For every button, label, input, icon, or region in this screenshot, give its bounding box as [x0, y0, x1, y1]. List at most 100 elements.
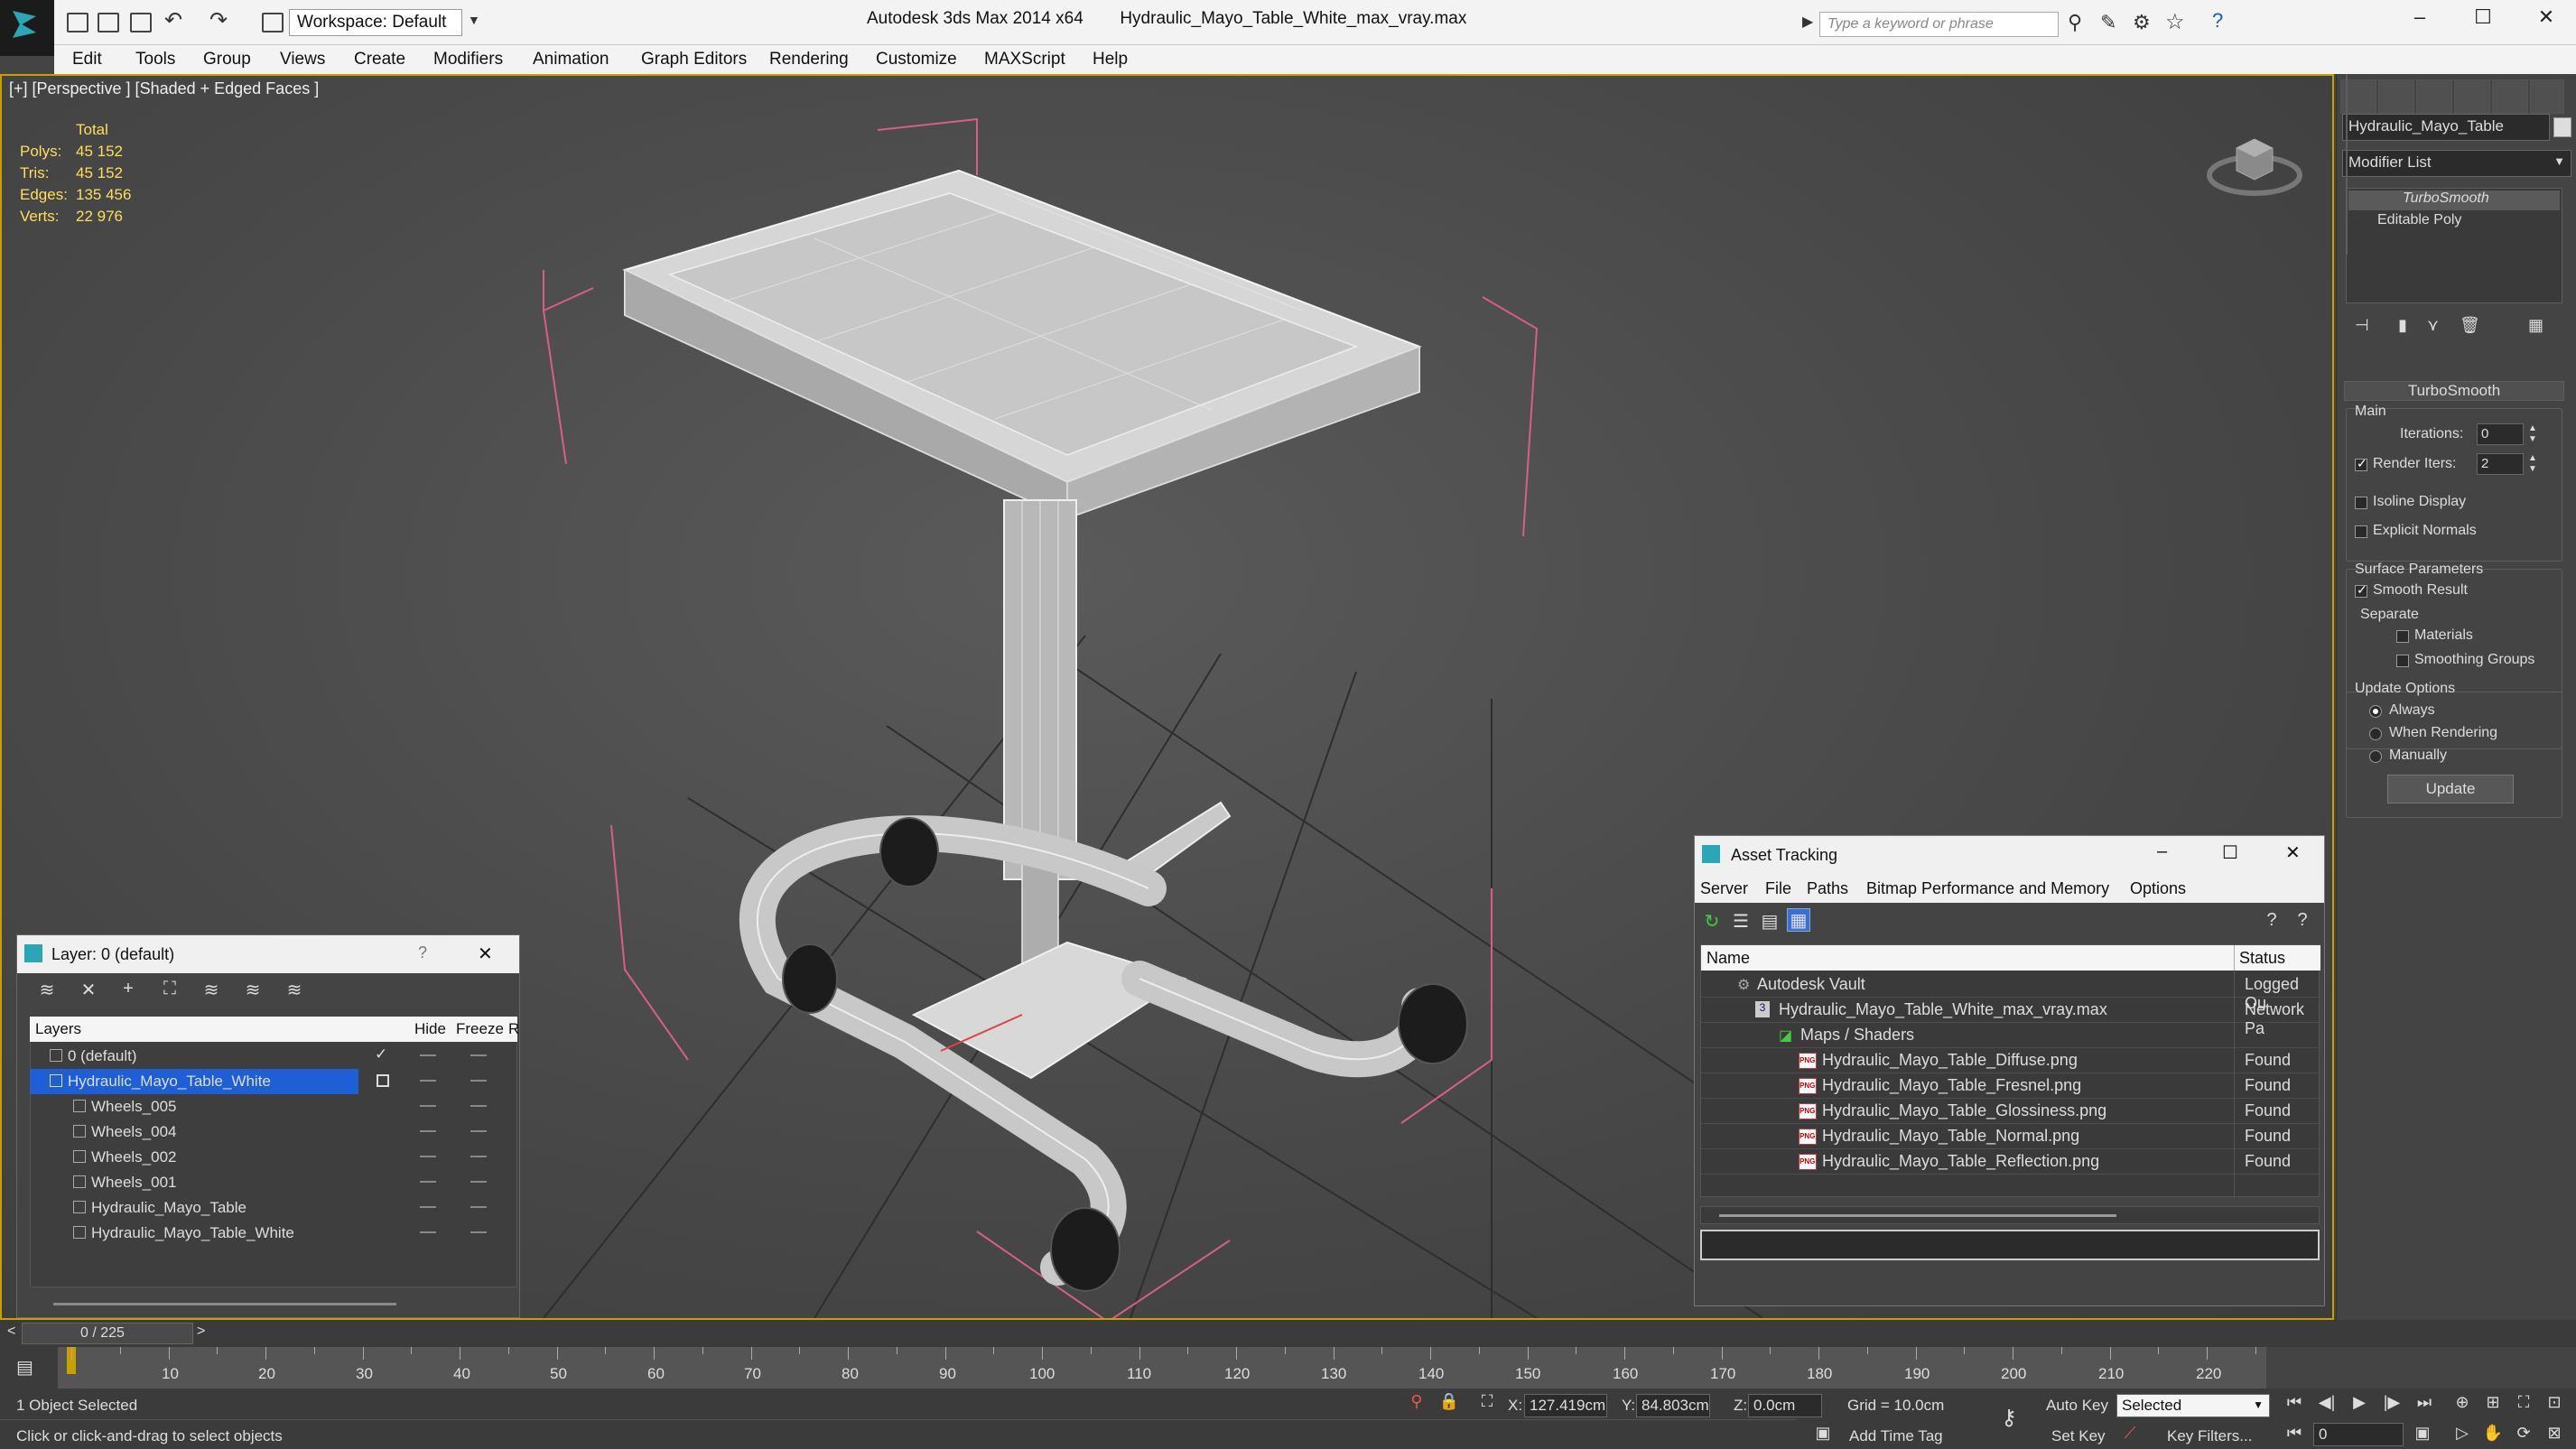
asset-path-field[interactable]	[1700, 1230, 2320, 1260]
asset-row[interactable]: Hydraulic_Mayo_Table_Fresnel.png Found	[1701, 1073, 2320, 1099]
object-color-swatch[interactable]	[2553, 117, 2571, 137]
refresh-icon[interactable]: ↻	[1700, 910, 1724, 933]
menu-edit[interactable]: Edit	[72, 50, 102, 70]
asset-row[interactable]: ⚙ Autodesk Vault Logged Ou	[1701, 972, 2320, 1012]
y-coord-field[interactable]: 84.803cm	[1636, 1394, 1710, 1417]
layer-close-icon[interactable]: ✕	[478, 943, 493, 965]
layer-object-row[interactable]: Wheels_005	[30, 1094, 508, 1119]
maximize-button[interactable]: ☐	[2465, 5, 2501, 38]
layer-create-icon[interactable]: ≋	[35, 979, 59, 1002]
zoom-extents-icon[interactable]: ⛶	[2512, 1393, 2535, 1415]
selection-set-dropdown[interactable]: Selected ▼	[2116, 1394, 2270, 1417]
hide-toggle[interactable]	[420, 1054, 436, 1056]
asset-row[interactable]: Hydraulic_Mayo_Table_Reflection.png Foun…	[1701, 1149, 2320, 1175]
layer-object-row[interactable]: Wheels_002	[30, 1145, 508, 1170]
add-time-tag[interactable]: Add Time Tag	[1849, 1427, 1943, 1445]
go-to-end-icon[interactable]: ⏭	[2413, 1393, 2436, 1415]
set-key-icon[interactable]: ⟋	[2118, 1424, 2142, 1445]
asset-menu-bitmap[interactable]: Bitmap Performance and Memory	[1866, 879, 2109, 898]
selection-lock-icon[interactable]: 🔒	[1437, 1392, 1461, 1414]
favorites-star-icon[interactable]: ☆	[2165, 9, 2185, 35]
close-button[interactable]: ✕	[2528, 5, 2564, 38]
asset-help-icon[interactable]: ?	[2260, 910, 2283, 933]
turbosmooth-rollout-header[interactable]: TurboSmooth	[2344, 381, 2564, 401]
menu-rendering[interactable]: Rendering	[769, 50, 849, 70]
hide-toggle[interactable]	[420, 1156, 436, 1157]
iterations-spinner[interactable]: 0	[2477, 423, 2524, 445]
smoothing-groups-checkbox[interactable]	[2396, 655, 2409, 667]
pan-view-icon[interactable]: ✋	[2481, 1424, 2505, 1445]
layer-delete-icon[interactable]: ✕	[77, 979, 100, 1002]
freeze-toggle[interactable]	[470, 1206, 487, 1208]
layer-highlight-icon[interactable]: ≋	[200, 979, 223, 1002]
stack-item-editable-poly[interactable]: Editable Poly	[2348, 212, 2560, 232]
minimize-button[interactable]: –	[2402, 5, 2438, 38]
motion-tab-icon[interactable]	[2454, 79, 2490, 114]
time-prev-icon[interactable]: <	[7, 1324, 15, 1340]
time-slider-thumb[interactable]: 0 / 225	[22, 1323, 193, 1344]
col-freeze[interactable]: Freeze	[456, 1020, 504, 1038]
set-key-mode-icon[interactable]: ⚷	[1997, 1405, 2021, 1430]
asset-menu-file[interactable]: File	[1765, 879, 1791, 898]
freeze-toggle[interactable]	[470, 1156, 487, 1157]
display-tab-icon[interactable]	[2492, 79, 2528, 114]
menu-graph-editors[interactable]: Graph Editors	[641, 50, 747, 70]
track-bar[interactable]: ▤ 10 20 30 40 50 60 70 80 90 100 110 120…	[0, 1347, 2266, 1389]
z-coord-field[interactable]: 0.0cm	[1748, 1394, 1822, 1417]
asset-menu-options[interactable]: Options	[2130, 879, 2186, 898]
menu-help[interactable]: Help	[1093, 50, 1128, 70]
time-configuration-icon[interactable]: ▣	[2411, 1424, 2434, 1445]
time-next-icon[interactable]: >	[197, 1324, 205, 1340]
undo-icon[interactable]: ↶	[164, 7, 182, 33]
pin-stack-icon[interactable]: ⊣	[2355, 316, 2369, 335]
layer-object-row[interactable]: Hydraulic_Mayo_Table_White	[30, 1221, 508, 1246]
go-to-start-icon[interactable]: ⏮	[2283, 1393, 2306, 1415]
asset-info-icon[interactable]: ?	[2291, 910, 2314, 933]
asset-scrollbar-thumb[interactable]	[1719, 1214, 2116, 1217]
key-filters-button[interactable]: Key Filters...	[2167, 1427, 2252, 1445]
layer-row-selected[interactable]: Hydraulic_Mayo_Table_White	[30, 1069, 508, 1094]
play-icon[interactable]: ▶	[2348, 1393, 2371, 1415]
hierarchy-tab-icon[interactable]	[2416, 79, 2452, 114]
layer-object-row[interactable]: Wheels_004	[30, 1119, 508, 1145]
layer-add-selection-icon[interactable]: +	[116, 979, 140, 1002]
asset-row[interactable]: Hydraulic_Mayo_Table_Diffuse.png Found	[1701, 1048, 2320, 1073]
orbit-icon[interactable]: ⟳	[2512, 1424, 2535, 1445]
show-end-result-icon[interactable]: ▮	[2398, 316, 2407, 335]
col-layers[interactable]: Layers	[35, 1020, 81, 1038]
remove-modifier-icon[interactable]: 🗑	[2460, 316, 2480, 335]
auto-key-button[interactable]: Auto Key	[2046, 1397, 2108, 1415]
field-of-view-icon[interactable]: ▷	[2450, 1424, 2474, 1445]
active-layer-check-icon[interactable]: ✓	[375, 1045, 387, 1064]
materials-checkbox[interactable]	[2396, 630, 2409, 643]
layer-freeze-all-icon[interactable]: ≋	[283, 979, 306, 1002]
menu-animation[interactable]: Animation	[533, 50, 609, 70]
asset-row[interactable]: Hydraulic_Mayo_Table_Glossiness.png Foun…	[1701, 1099, 2320, 1124]
subscription-icon[interactable]: ✎	[2100, 11, 2116, 34]
viewcube-icon[interactable]	[2205, 121, 2304, 202]
iterations-spinner-arrows-icon[interactable]: ▲ ▼	[2528, 423, 2537, 445]
asset-close-icon[interactable]: ✕	[2285, 841, 2301, 864]
menu-views[interactable]: Views	[280, 50, 325, 70]
manually-radio[interactable]	[2369, 750, 2382, 763]
time-slider[interactable]: < 0 / 225 >	[0, 1320, 2576, 1347]
key-mode-toggle-icon[interactable]: ⏮	[2283, 1424, 2306, 1445]
freeze-toggle[interactable]	[470, 1105, 487, 1107]
help-icon[interactable]: ?	[2212, 9, 2223, 33]
list-view-icon[interactable]: ☰	[1729, 910, 1753, 933]
set-active-layer-icon[interactable]	[377, 1074, 389, 1087]
asset-horizontal-scrollbar[interactable]	[1700, 1206, 2320, 1224]
configure-sets-icon[interactable]: ▦	[2528, 316, 2543, 335]
set-key-button[interactable]: Set Key	[2051, 1427, 2106, 1445]
hide-toggle[interactable]	[420, 1105, 436, 1107]
zoom-icon[interactable]: ⊕	[2450, 1393, 2474, 1415]
menu-customize[interactable]: Customize	[876, 50, 957, 70]
hide-toggle[interactable]	[420, 1080, 436, 1082]
maximize-viewport-icon[interactable]: ⊠	[2543, 1424, 2566, 1445]
freeze-toggle[interactable]	[470, 1130, 487, 1132]
make-unique-icon[interactable]: ⋎	[2427, 316, 2439, 335]
zoom-all-icon[interactable]: ⊞	[2481, 1393, 2505, 1415]
render-iters-spinner[interactable]: 2	[2477, 453, 2524, 475]
hide-toggle[interactable]	[420, 1206, 436, 1208]
render-iters-spinner-arrows-icon[interactable]: ▲ ▼	[2528, 453, 2537, 475]
